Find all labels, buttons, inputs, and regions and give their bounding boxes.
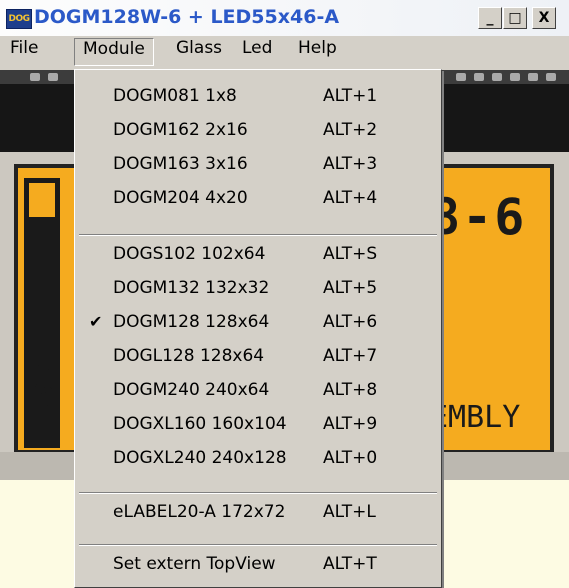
menu-item-shortcut: ALT+4 <box>323 188 378 208</box>
menu-item-dogxl240[interactable]: DOGXL240 240x128 ALT+0 <box>75 448 441 480</box>
menu-item-label: DOGXL160 160x104 <box>113 414 287 434</box>
menu-item-label: DOGL128 128x64 <box>113 346 265 366</box>
menu-item-label: DOGM132 132x32 <box>113 278 270 298</box>
battery-level <box>29 183 55 217</box>
menu-item-shortcut: ALT+9 <box>323 414 378 434</box>
menu-separator <box>79 492 437 494</box>
menu-item-shortcut: ALT+5 <box>323 278 378 298</box>
menu-separator <box>79 234 437 236</box>
menu-item-label: DOGXL240 240x128 <box>113 448 287 468</box>
menu-item-shortcut: ALT+L <box>323 502 376 522</box>
lcd-large-text: 8-6 <box>430 188 527 246</box>
menu-glass[interactable]: Glass <box>168 38 230 66</box>
menu-item-shortcut: ALT+0 <box>323 448 378 468</box>
maximize-button[interactable]: □ <box>503 7 527 29</box>
close-button[interactable]: X <box>532 7 556 29</box>
menu-item-dogs102[interactable]: DOGS102 102x64 ALT+S <box>75 244 441 276</box>
window-title: DOGM128W-6 + LED55x46-A <box>34 6 340 28</box>
title-bar: DOG DOGM128W-6 + LED55x46-A _ □ X <box>0 0 569 36</box>
lcd-small-text: EMBLY <box>430 400 521 435</box>
menu-item-dogxl160[interactable]: DOGXL160 160x104 ALT+9 <box>75 414 441 446</box>
menu-item-dogm081[interactable]: DOGM081 1x8 ALT+1 <box>75 86 441 118</box>
menu-help[interactable]: Help <box>290 38 345 66</box>
menu-item-shortcut: ALT+1 <box>323 86 378 106</box>
minimize-button[interactable]: _ <box>478 7 502 29</box>
menu-item-dogm132[interactable]: DOGM132 132x32 ALT+5 <box>75 278 441 310</box>
module-menu: DOGM081 1x8 ALT+1 DOGM162 2x16 ALT+2 DOG… <box>74 69 442 588</box>
menu-item-shortcut: ALT+2 <box>323 120 378 140</box>
menu-item-shortcut: ALT+T <box>323 554 377 574</box>
checkmark-icon: ✔ <box>89 312 103 331</box>
menu-item-dogm162[interactable]: DOGM162 2x16 ALT+2 <box>75 120 441 152</box>
menu-item-label: Set extern TopView <box>113 554 276 574</box>
menu-item-shortcut: ALT+6 <box>323 312 378 332</box>
menu-item-dogm128[interactable]: ✔ DOGM128 128x64 ALT+6 <box>75 312 441 344</box>
menu-item-elabel20[interactable]: eLABEL20-A 172x72 ALT+L <box>75 502 441 534</box>
menu-item-label: DOGM163 3x16 <box>113 154 248 174</box>
menu-item-label: DOGM081 1x8 <box>113 86 237 106</box>
menu-item-dogm240[interactable]: DOGM240 240x64 ALT+8 <box>75 380 441 412</box>
menu-item-dogl128[interactable]: DOGL128 128x64 ALT+7 <box>75 346 441 378</box>
menu-file[interactable]: File <box>2 38 46 66</box>
menu-item-shortcut: ALT+8 <box>323 380 378 400</box>
menu-bar: File Module Glass Led Help <box>0 36 569 70</box>
menu-item-dogm163[interactable]: DOGM163 3x16 ALT+3 <box>75 154 441 186</box>
menu-separator <box>79 544 437 546</box>
menu-item-label: DOGM240 240x64 <box>113 380 270 400</box>
menu-item-dogm204[interactable]: DOGM204 4x20 ALT+4 <box>75 188 441 220</box>
menu-item-label: DOGM128 128x64 <box>113 312 270 332</box>
menu-item-label: DOGS102 102x64 <box>113 244 266 264</box>
menu-item-shortcut: ALT+S <box>323 244 378 264</box>
battery-label: Bat <box>24 362 60 418</box>
menu-item-shortcut: ALT+3 <box>323 154 378 174</box>
menu-item-set-extern-topview[interactable]: Set extern TopView ALT+T <box>75 554 441 586</box>
menu-item-shortcut: ALT+7 <box>323 346 378 366</box>
app-icon: DOG <box>6 9 32 29</box>
menu-item-label: eLABEL20-A 172x72 <box>113 502 286 522</box>
menu-item-label: DOGM162 2x16 <box>113 120 248 140</box>
menu-item-label: DOGM204 4x20 <box>113 188 248 208</box>
menu-led[interactable]: Led <box>234 38 280 66</box>
menu-module[interactable]: Module <box>74 38 154 66</box>
